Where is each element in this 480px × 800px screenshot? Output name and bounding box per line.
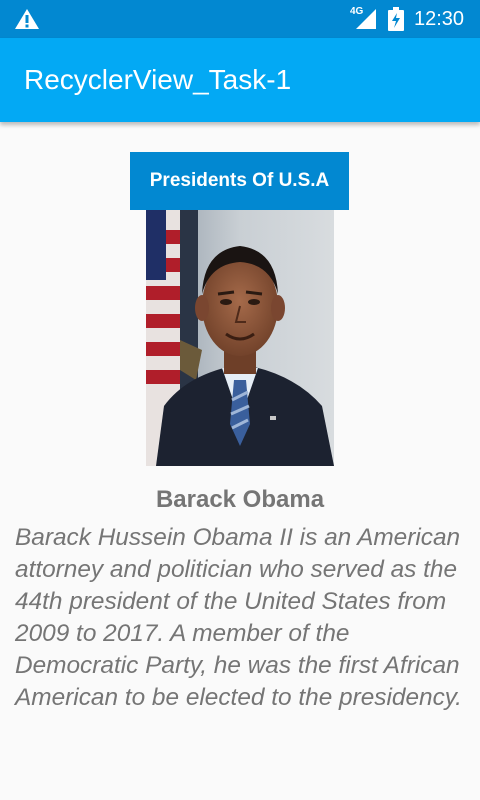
presidents-header-button[interactable]: Presidents Of U.S.A	[130, 152, 349, 210]
status-bar: 4G 12:30	[0, 0, 480, 38]
battery-charging-icon	[388, 7, 404, 31]
app-title: RecyclerView_Task-1	[24, 64, 292, 95]
app-bar: RecyclerView_Task-1	[0, 38, 480, 122]
portrait-image	[146, 210, 334, 466]
warning-icon	[15, 9, 39, 29]
president-photo[interactable]	[146, 210, 334, 466]
president-name: Barack Obama	[155, 486, 325, 513]
status-time: 12:30	[414, 8, 465, 30]
president-description: Barack Hussein Obama II is an American a…	[15, 524, 462, 711]
signal-icon	[356, 9, 376, 29]
